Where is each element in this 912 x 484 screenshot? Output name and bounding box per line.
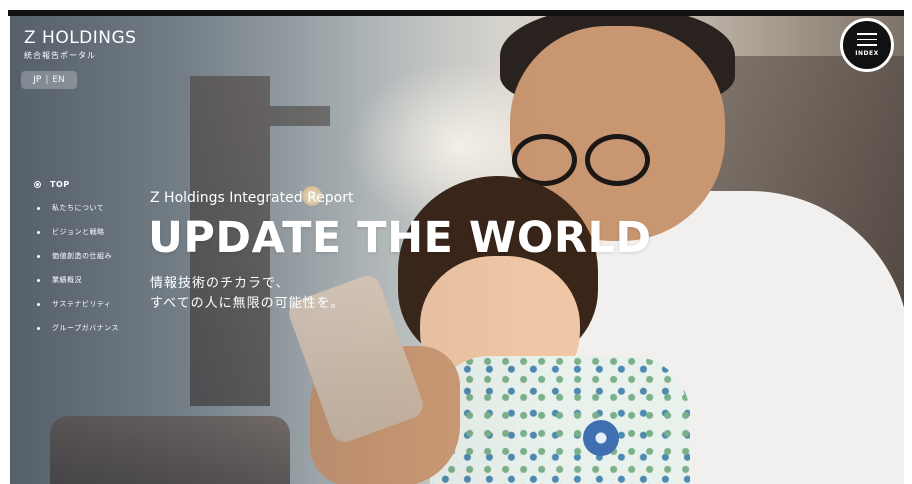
hero-image: Z HOLDINGS 統合報告ポータル JP | EN TOP 私たちについて … [10,16,904,484]
logo-title[interactable]: Z HOLDINGS [24,28,136,48]
lang-separator: | [45,75,49,85]
nav-item-performance[interactable]: 業績概況 [34,268,119,292]
active-dot-icon [34,180,41,188]
lang-jp-link[interactable]: JP [33,75,41,85]
hero-headline: UPDATE THE WORLD [148,213,652,263]
nav-item-governance[interactable]: グループガバナンス [34,316,119,340]
nav-item-label: 業績概況 [52,276,82,284]
side-nav: TOP 私たちについて ビジョンと戦略 価値創造の仕組み 業績概況 サステナビリ… [34,172,119,340]
logo-subtitle: 統合報告ポータル [24,51,96,60]
dot-icon [37,254,40,258]
nav-item-label: TOP [50,179,70,189]
nav-item-label: サステナビリティ [52,300,112,308]
nav-item-label: グループガバナンス [52,324,119,332]
hero-eyebrow: Z Holdings Integrated Report [150,190,354,206]
dot-icon [37,278,40,282]
nav-item-label: ビジョンと戦略 [52,228,105,236]
language-switcher: JP | EN [21,71,77,89]
dot-icon [37,326,40,330]
nav-item-label: 私たちについて [52,204,105,212]
hero-tagline: 情報技術のチカラで、 すべての人に無限の可能性を。 [150,274,345,314]
tagline-line-1: 情報技術のチカラで、 [150,276,290,291]
index-label: INDEX [855,49,879,57]
nav-item-top[interactable]: TOP [34,172,119,196]
nav-item-sustainability[interactable]: サステナビリティ [34,292,119,316]
hamburger-icon [857,33,877,46]
page-frame: Z HOLDINGS 統合報告ポータル JP | EN TOP 私たちについて … [0,0,912,484]
index-menu-button[interactable]: INDEX [840,18,894,72]
nav-item-vision[interactable]: ビジョンと戦略 [34,220,119,244]
tagline-line-2: すべての人に無限の可能性を。 [150,296,345,311]
dot-icon [37,302,40,306]
dot-icon [37,230,40,234]
nav-item-about[interactable]: 私たちについて [34,196,119,220]
nav-item-label: 価値創造の仕組み [52,252,112,260]
lang-en-link[interactable]: EN [52,75,64,85]
nav-item-value-creation[interactable]: 価値創造の仕組み [34,244,119,268]
dot-icon [37,206,40,210]
